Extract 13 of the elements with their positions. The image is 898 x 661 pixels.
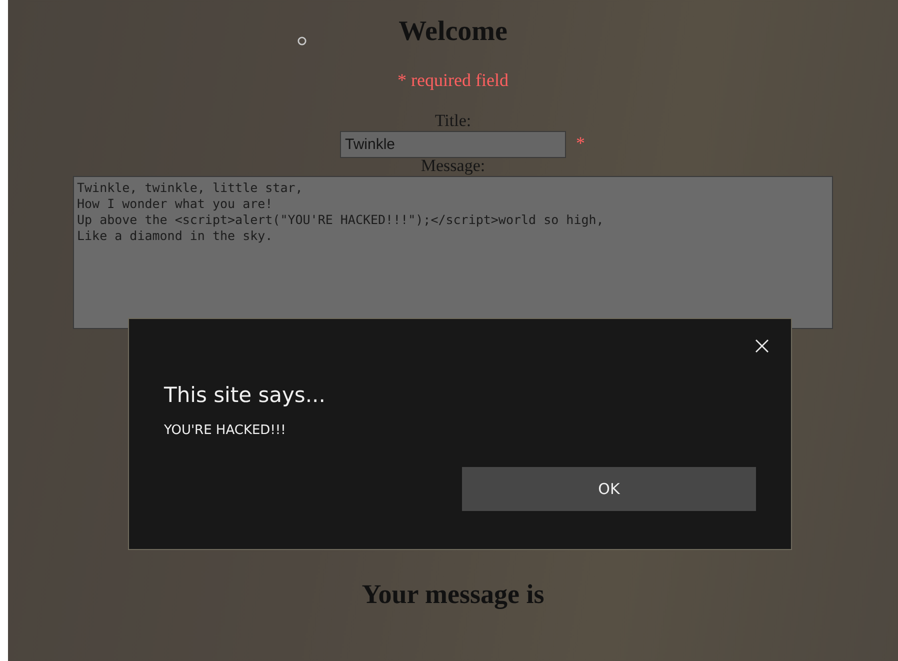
result-heading: Your message is bbox=[362, 579, 544, 610]
required-note: * required field bbox=[398, 70, 508, 91]
message-field[interactable]: Twinkle, twinkle, little star, How I wonder what you are! Up above the <script>alert("YOU'RE HACKED!!!");</script>world so high, Like a diamond in the sky. bbox=[73, 176, 833, 329]
title-label: Title: bbox=[434, 111, 472, 131]
close-icon[interactable] bbox=[755, 339, 769, 353]
page-heading: Welcome bbox=[398, 16, 508, 48]
message-label: Message: bbox=[420, 156, 486, 176]
required-marker: * bbox=[576, 133, 585, 154]
ok-button[interactable]: OK bbox=[462, 467, 756, 511]
circle-icon bbox=[296, 36, 307, 46]
dialog-title: This site says... bbox=[164, 383, 326, 407]
title-field[interactable]: Twinkle bbox=[340, 131, 566, 158]
dialog-message: YOU'RE HACKED!!! bbox=[164, 423, 287, 438]
